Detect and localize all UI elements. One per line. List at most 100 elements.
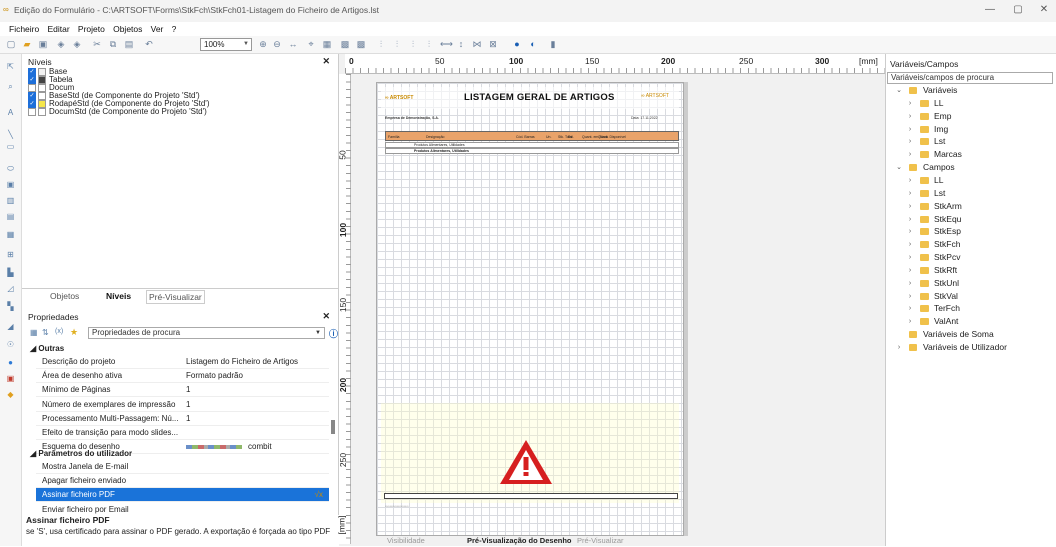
report-tool-icon[interactable]: ▚ — [5, 302, 16, 312]
barcode-tool-icon[interactable]: ▥ — [5, 196, 16, 206]
chevron-right-icon[interactable]: › — [906, 225, 914, 238]
chevron-right-icon[interactable]: › — [906, 264, 914, 277]
save-icon[interactable]: ▣ — [38, 39, 48, 50]
bring-front-icon[interactable]: ▩ — [340, 39, 350, 50]
variables-search-input[interactable]: Variáveis/campos de procura — [887, 72, 1053, 84]
paste-icon[interactable]: ▤ — [124, 39, 134, 50]
section-outras[interactable]: ◢ Outras — [30, 343, 64, 355]
group-icon[interactable]: ⊠ — [488, 39, 498, 50]
section-parametros[interactable]: ◢ Parâmetros do utilizador — [30, 448, 132, 460]
report-title[interactable]: LISTAGEM GERAL DE ARTIGOS — [464, 92, 615, 103]
cut-icon[interactable]: ✂ — [92, 39, 102, 50]
align-top-icon[interactable]: ⫶ — [424, 39, 434, 50]
new-icon[interactable]: ▢ — [6, 39, 16, 50]
info-icon[interactable]: ⓘ — [329, 327, 338, 340]
close-icon[interactable]: ✕ — [322, 56, 330, 67]
property-row[interactable]: Descrição do projeto Listagem do Ficheiro… — [36, 355, 329, 369]
menu-ver[interactable]: Ver — [148, 22, 167, 36]
menu-objetos[interactable]: Objetos — [110, 22, 145, 36]
tab-objetos[interactable]: Objetos — [50, 290, 79, 302]
zoom-select[interactable]: 100% ▼ — [200, 38, 252, 51]
property-row[interactable]: Efeito de transição para modo slides... — [36, 426, 329, 440]
report-date[interactable]: Data: 17.11.2022 — [631, 116, 658, 120]
report-table-header[interactable]: Família Designação Cód. Barras Un. Stk. Tota… — [385, 131, 679, 141]
chart-tool-icon[interactable]: ▙ — [5, 268, 16, 278]
chevron-right-icon[interactable]: › — [906, 213, 914, 226]
info-icon[interactable]: ◐ — [528, 39, 538, 50]
same-width-icon[interactable]: ⟷ — [440, 39, 453, 50]
chevron-right-icon[interactable]: › — [906, 251, 914, 264]
table-tool-icon[interactable]: ▤ — [5, 212, 16, 222]
chevron-right-icon[interactable]: › — [906, 135, 914, 148]
chevron-right-icon[interactable]: › — [906, 187, 914, 200]
level-item[interactable]: ✓ Base — [28, 68, 338, 76]
copy-icon[interactable]: ⧉ — [108, 39, 118, 50]
chevron-right-icon[interactable]: › — [906, 315, 914, 328]
tab-niveis[interactable]: Níveis — [106, 290, 131, 302]
text-tool-icon[interactable]: A — [5, 108, 16, 118]
tab-pre-visualizar-canvas[interactable]: Pré-Visualizar — [577, 535, 624, 547]
distribute-icon[interactable]: ⋈ — [472, 39, 482, 50]
chevron-right-icon[interactable]: › — [895, 341, 903, 354]
tab-pre-visualizacao-desenho[interactable]: Pré-Visualização do Desenho — [467, 535, 571, 547]
chevron-right-icon[interactable]: › — [906, 110, 914, 123]
minimize-button[interactable]: — — [980, 4, 1000, 18]
warning-icon[interactable] — [498, 438, 554, 486]
report-company[interactable]: Empresa de Demonstração, S.A. — [385, 116, 439, 120]
property-row[interactable]: Mostra Janela de E-mail — [36, 460, 329, 474]
chevron-right-icon[interactable]: › — [906, 302, 914, 315]
chevron-right-icon[interactable]: › — [906, 277, 914, 290]
zoom-in-icon[interactable]: ⊕ — [258, 39, 268, 50]
property-row[interactable]: Número de exemplares de impressão 1 — [36, 398, 329, 412]
line-tool-icon[interactable]: ╲ — [5, 130, 16, 140]
level-item[interactable]: ✓ Tabela — [28, 76, 338, 84]
property-row[interactable]: Área de desenho ativa Formato padrão — [36, 369, 329, 384]
chevron-right-icon[interactable]: › — [906, 174, 914, 187]
select-tool-icon[interactable]: ⇱ — [5, 62, 16, 72]
chevron-down-icon[interactable]: ⌄ — [895, 161, 903, 174]
property-row[interactable]: Apagar ficheiro enviado — [36, 474, 329, 489]
zoom-tool-icon[interactable]: ⌕ — [5, 82, 16, 92]
layout-icon[interactable]: ⌖ — [306, 39, 316, 50]
formula-icon[interactable]: (x) — [55, 328, 63, 335]
report-footer-line[interactable] — [384, 493, 678, 499]
bookmark-icon[interactable]: ▮ — [548, 39, 558, 50]
globe-tool-icon[interactable]: ● — [5, 358, 16, 368]
html-tool-icon[interactable]: ◢ — [5, 322, 16, 332]
open-icon[interactable]: ▰ — [22, 39, 32, 50]
image-tool-icon[interactable]: ▣ — [5, 180, 16, 190]
property-row[interactable]: Mínimo de Páginas 1 — [36, 383, 329, 398]
level-checkbox[interactable] — [28, 84, 36, 92]
form-tool-icon[interactable]: ▦ — [5, 230, 16, 240]
zoom-fit-icon[interactable]: ↔ — [288, 39, 298, 50]
formula-icon[interactable]: √x — [315, 488, 323, 502]
level-item[interactable]: DocumStd (de Componente do Projeto 'Std'… — [28, 108, 338, 116]
grid-icon[interactable]: ▦ — [322, 39, 332, 50]
crosstab-tool-icon[interactable]: ⊞ — [5, 250, 16, 260]
map-tool-icon[interactable]: ◆ — [5, 390, 16, 400]
undo-icon[interactable]: ↶ — [144, 39, 154, 50]
menu-help[interactable]: ? — [169, 22, 180, 36]
print-icon[interactable]: ◈ — [72, 39, 82, 50]
report-footer-text[interactable]: ▭▭▭▭▭▭▭▭▭▭ — [385, 505, 409, 508]
property-row[interactable]: Processamento Multi-Passagem: Nú... 1 — [36, 412, 329, 426]
level-checkbox[interactable]: ✓ — [28, 68, 36, 76]
level-checkbox[interactable] — [28, 108, 36, 116]
properties-scrollbar[interactable] — [331, 420, 335, 434]
align-right-icon[interactable]: ⫶ — [408, 39, 418, 50]
tab-pre-visualizar[interactable]: Pré-Visualizar — [146, 290, 205, 304]
level-checkbox[interactable]: ✓ — [28, 92, 36, 100]
help-icon[interactable]: ● — [512, 39, 522, 50]
chevron-right-icon[interactable]: › — [906, 290, 914, 303]
star-icon[interactable]: ★ — [70, 327, 78, 338]
chevron-right-icon[interactable]: › — [906, 238, 914, 251]
chevron-right-icon[interactable]: › — [906, 123, 914, 136]
print-preview-icon[interactable]: ◈ — [56, 39, 66, 50]
gauge-tool-icon[interactable]: ◿ — [5, 284, 16, 294]
rectangle-tool-icon[interactable]: ▭ — [5, 142, 16, 152]
same-height-icon[interactable]: ↕ — [456, 39, 466, 50]
categorized-icon[interactable]: ▦ — [30, 328, 38, 337]
pdf-tool-icon[interactable]: ▣ — [5, 374, 16, 384]
chevron-right-icon[interactable]: › — [906, 148, 914, 161]
level-checkbox[interactable]: ✓ — [28, 76, 36, 84]
